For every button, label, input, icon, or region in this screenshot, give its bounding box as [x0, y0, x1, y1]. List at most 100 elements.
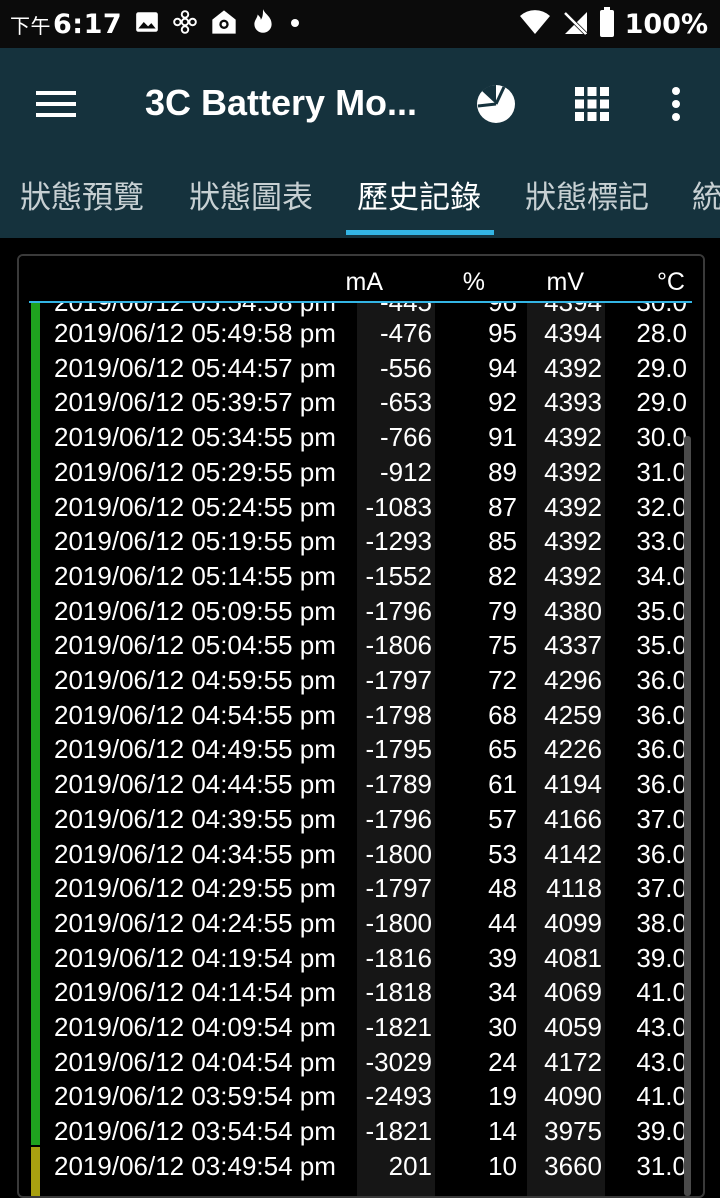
history-row[interactable]: 2019/06/12 05:19:55 pm -1293 85 4392 33.0 [19, 524, 703, 559]
history-row[interactable]: 2019/06/12 05:49:58 pm -476 95 4394 28.0 [19, 316, 703, 351]
history-row[interactable]: 2019/06/12 04:24:55 pm -1800 44 4099 38.0 [19, 906, 703, 941]
cell-pct: 14 [488, 1116, 517, 1147]
cell-ma: -912 [379, 456, 432, 487]
cell-pct: 39 [488, 942, 517, 973]
cell-ma: -1798 [365, 699, 433, 730]
cell-temp: 35.0 [636, 595, 687, 626]
cell-pct: 72 [488, 665, 517, 695]
dot-icon [288, 15, 302, 34]
cell-temp: 43.0 [636, 1046, 687, 1077]
pie-chart-button[interactable] [470, 78, 522, 130]
cell-ma: -1795 [365, 734, 433, 765]
cell-temp: 38.0 [636, 907, 687, 938]
tab-statistics[interactable]: 統 [692, 156, 720, 238]
cell-ma: -1797 [365, 873, 433, 904]
history-row[interactable]: 2019/06/12 05:34:55 pm -766 91 4392 30.0 [19, 420, 703, 455]
cell-pct: 75 [488, 630, 517, 661]
cell-temp: 36.0 [636, 699, 687, 730]
cell-temp: 31.0 [636, 456, 687, 487]
cell-pct: 85 [488, 526, 517, 557]
menu-button[interactable] [30, 78, 82, 130]
history-row[interactable]: 2019/06/12 04:34:55 pm -1800 53 4142 36.0 [19, 837, 703, 872]
history-row[interactable]: 2019/06/12 03:54:54 pm -1821 14 3975 39.0 [19, 1114, 703, 1149]
history-row[interactable]: 2019/06/12 03:59:54 pm -2493 19 4090 41.0 [19, 1079, 703, 1114]
cell-temp: 41.0 [636, 977, 687, 1008]
charge-bar [31, 1147, 40, 1196]
cell-temp: 41.0 [636, 1081, 687, 1112]
cell-date: 2019/06/12 04:14:54 pm [54, 977, 336, 1008]
cell-pct: 79 [488, 595, 517, 626]
history-row[interactable]: 2019/06/12 04:29:55 pm -1797 48 4118 37.0 [19, 871, 703, 906]
cell-ma: -1083 [365, 491, 433, 522]
history-row[interactable]: 2019/06/12 05:39:57 pm -653 92 4393 29.0 [19, 385, 703, 420]
history-row[interactable]: 2019/06/12 04:44:55 pm -1789 61 4194 36.0 [19, 767, 703, 802]
cell-date: 2019/06/12 05:29:55 pm [54, 456, 336, 487]
discharge-bar [31, 303, 40, 1145]
battery-percent: 100% [624, 8, 708, 40]
cell-mv: 4099 [544, 907, 602, 938]
history-row[interactable]: 2019/06/12 05:04:55 pm -1806 75 4337 35.0 [19, 628, 703, 663]
cell-temp: 30.0 [636, 422, 687, 453]
history-row[interactable]: 2019/06/12 05:44:57 pm -556 94 4392 29.0 [19, 351, 703, 386]
cell-ma: -1796 [365, 595, 433, 626]
cell-pct: 87 [488, 491, 517, 522]
history-row[interactable]: 2019/06/12 03:49:54 pm 201 10 3660 31.0 [19, 1149, 703, 1184]
image-icon [134, 9, 160, 39]
history-row[interactable]: 2019/06/12 05:29:55 pm -912 89 4392 31.0 [19, 455, 703, 490]
cell-pct: 44 [488, 907, 517, 938]
cell-ma: -2493 [365, 1081, 433, 1112]
more-options-button[interactable] [650, 78, 702, 130]
status-right: 100% [519, 6, 708, 42]
tab-history[interactable]: 歷史記錄 [357, 156, 481, 238]
header-mv: mV [546, 268, 585, 296]
app-bar: 3C Battery Mo... [0, 48, 720, 156]
history-row[interactable]: 2019/06/12 05:14:55 pm -1552 82 4392 34.0 [19, 559, 703, 594]
signal-off-icon [561, 8, 589, 40]
cell-pct: 48 [488, 873, 517, 904]
history-panel[interactable]: 2019/06/12 05:54:58 pm -445 96 4394 30.0… [17, 254, 705, 1198]
app-title: 3C Battery Mo... [145, 82, 418, 123]
cell-pct: 95 [488, 318, 517, 348]
cell-mv: 4069 [544, 977, 602, 1008]
history-row[interactable]: 2019/06/12 04:19:54 pm -1816 39 4081 39.0 [19, 941, 703, 976]
cell-mv: 3660 [544, 1150, 602, 1181]
header-temp: °C [656, 268, 685, 296]
history-row[interactable]: 2019/06/12 04:14:54 pm -1818 34 4069 41.0 [19, 975, 703, 1010]
scrollbar[interactable] [684, 436, 691, 1196]
cell-mv: 4194 [544, 769, 602, 800]
cell-mv: 4259 [544, 699, 602, 730]
history-row[interactable]: 2019/06/12 05:24:55 pm -1083 87 4392 32.0 [19, 490, 703, 525]
header-percent: % [462, 268, 485, 296]
cell-ma: 201 [388, 1150, 432, 1181]
tab-indicator [346, 230, 494, 235]
cell-date: 2019/06/12 04:54:55 pm [54, 699, 336, 730]
cell-ma: -1800 [365, 838, 433, 869]
tab-status-overview[interactable]: 狀態預覽 [20, 156, 144, 238]
history-row[interactable]: 2019/06/12 04:09:54 pm -1821 30 4059 43.0 [19, 1010, 703, 1045]
history-row[interactable]: 2019/06/12 05:09:55 pm -1796 79 4380 35.0 [19, 594, 703, 629]
cell-temp: 36.0 [636, 838, 687, 869]
history-row[interactable]: 2019/06/12 04:59:55 pm -1797 72 4296 36.0 [19, 663, 703, 698]
cell-pct: 92 [488, 387, 517, 418]
history-row[interactable]: 2019/06/12 04:49:55 pm -1795 65 4226 36.0 [19, 732, 703, 767]
cell-mv: 4394 [544, 318, 602, 348]
cell-mv: 4142 [544, 838, 602, 869]
history-row[interactable]: 2019/06/12 04:04:54 pm -3029 24 4172 43.0 [19, 1045, 703, 1080]
history-row[interactable]: 2019/06/12 04:54:55 pm -1798 68 4259 36.0 [19, 698, 703, 733]
wifi-icon [519, 8, 551, 40]
cell-temp: 32.0 [636, 491, 687, 522]
cell-temp: 37.0 [636, 873, 687, 904]
cell-date: 2019/06/12 03:49:54 pm [54, 1150, 336, 1181]
battery-icon [599, 7, 615, 41]
history-list[interactable]: 2019/06/12 05:54:58 pm -445 96 4394 30.0… [19, 256, 703, 1196]
tab-status-marks[interactable]: 狀態標記 [525, 156, 649, 238]
history-row[interactable]: 2019/06/12 04:39:55 pm -1796 57 4166 37.0 [19, 802, 703, 837]
tab-status-chart[interactable]: 狀態圖表 [189, 156, 313, 238]
cell-mv: 4226 [544, 734, 602, 765]
hamburger-menu-icon [36, 91, 76, 117]
cell-mv: 4392 [544, 491, 602, 522]
cell-ma: -1806 [365, 630, 433, 661]
cell-ma: -556 [379, 352, 432, 383]
grid-button[interactable] [566, 78, 618, 130]
cell-pct: 10 [488, 1150, 517, 1181]
